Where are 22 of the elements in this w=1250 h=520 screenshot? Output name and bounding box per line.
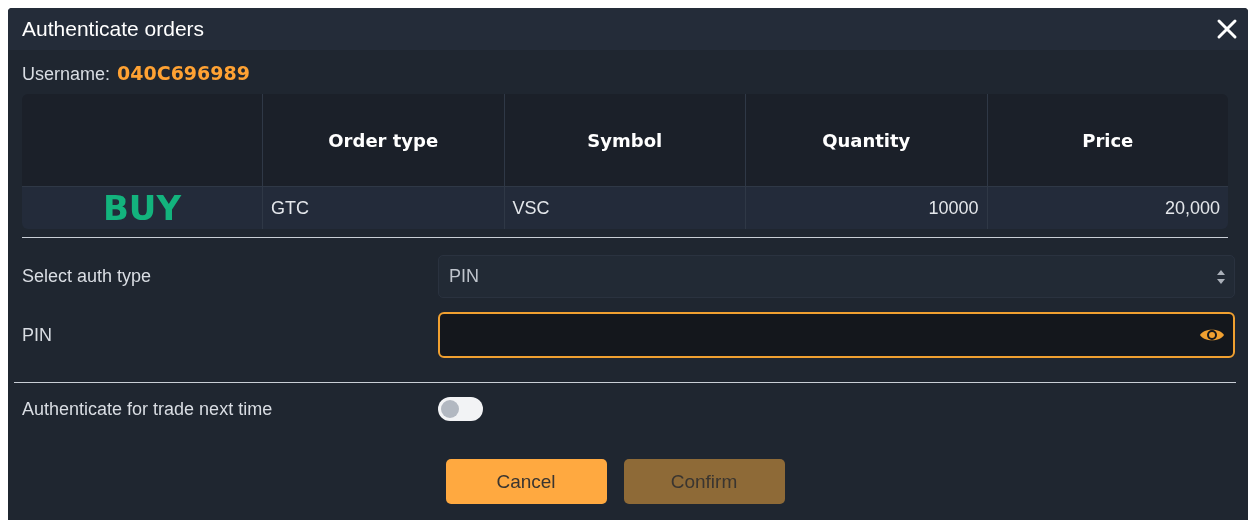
column-header: Order type	[262, 94, 504, 187]
column-header: Quantity	[745, 94, 987, 187]
pin-field[interactable]	[438, 312, 1235, 358]
auth-type-label: Select auth type	[22, 266, 153, 287]
remember-label: Authenticate for trade next time	[22, 398, 274, 420]
close-icon	[1216, 18, 1238, 40]
close-button[interactable]	[1216, 18, 1238, 40]
column-header: Symbol	[503, 94, 745, 187]
pin-label: PIN	[22, 324, 53, 346]
table-cell: GTC	[262, 187, 504, 229]
cancel-button[interactable]: Cancel	[445, 459, 607, 504]
order-side: BUY	[22, 187, 262, 229]
column-header: Price	[986, 94, 1228, 187]
table-cell: VSC	[503, 187, 745, 229]
table-cell: 20,000	[986, 187, 1228, 229]
auth-type-select[interactable]: PIN	[438, 255, 1235, 298]
sort-arrows-icon	[1216, 268, 1226, 285]
remember-toggle[interactable]	[438, 397, 483, 421]
username-label: Username:	[22, 64, 111, 85]
window-title: Authenticate orders	[22, 17, 205, 41]
username-value: 040C696989	[117, 62, 250, 84]
table-cell: 10000	[745, 187, 987, 229]
